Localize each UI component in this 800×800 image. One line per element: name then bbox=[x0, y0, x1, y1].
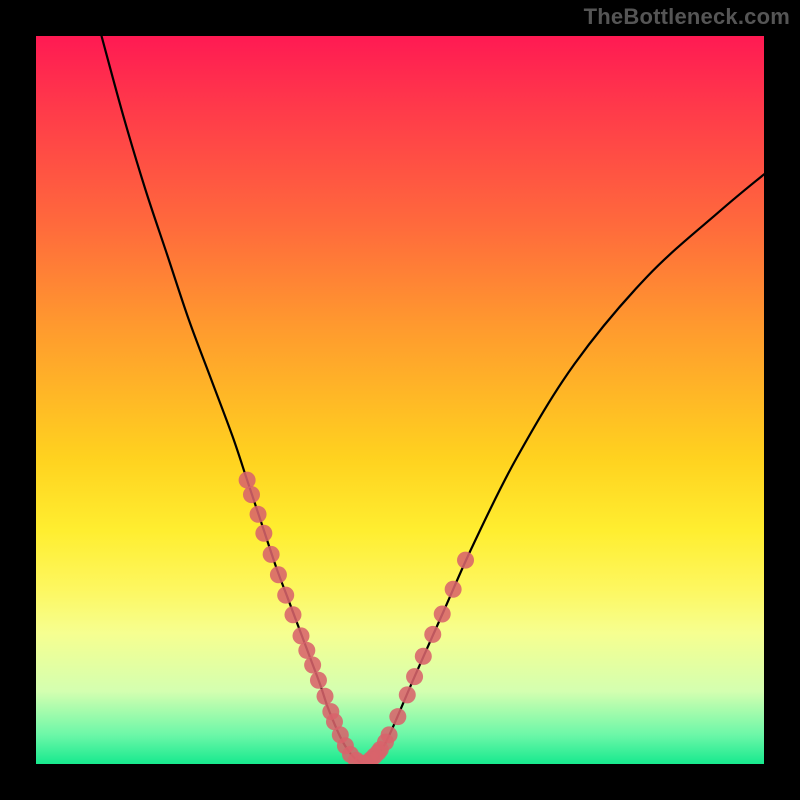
data-marker bbox=[317, 688, 334, 705]
data-marker bbox=[255, 525, 272, 542]
data-marker bbox=[399, 686, 416, 703]
data-marker bbox=[270, 566, 287, 583]
data-marker bbox=[250, 506, 267, 523]
data-marker bbox=[310, 672, 327, 689]
chart-svg bbox=[36, 36, 764, 764]
data-marker bbox=[263, 546, 280, 563]
watermark-label: TheBottleneck.com bbox=[584, 4, 790, 30]
data-marker bbox=[445, 581, 462, 598]
data-marker bbox=[243, 486, 260, 503]
data-marker bbox=[406, 668, 423, 685]
data-marker bbox=[304, 656, 321, 673]
data-marker bbox=[277, 587, 294, 604]
curve-line bbox=[102, 36, 764, 763]
data-marker bbox=[424, 626, 441, 643]
data-marker bbox=[239, 472, 256, 489]
data-marker bbox=[292, 627, 309, 644]
data-marker bbox=[434, 606, 451, 623]
data-marker bbox=[284, 606, 301, 623]
data-marker bbox=[457, 552, 474, 569]
marker-group bbox=[239, 472, 474, 764]
chart-frame: TheBottleneck.com bbox=[0, 0, 800, 800]
data-marker bbox=[298, 642, 315, 659]
plot-area bbox=[36, 36, 764, 764]
data-marker bbox=[415, 648, 432, 665]
data-marker bbox=[389, 708, 406, 725]
